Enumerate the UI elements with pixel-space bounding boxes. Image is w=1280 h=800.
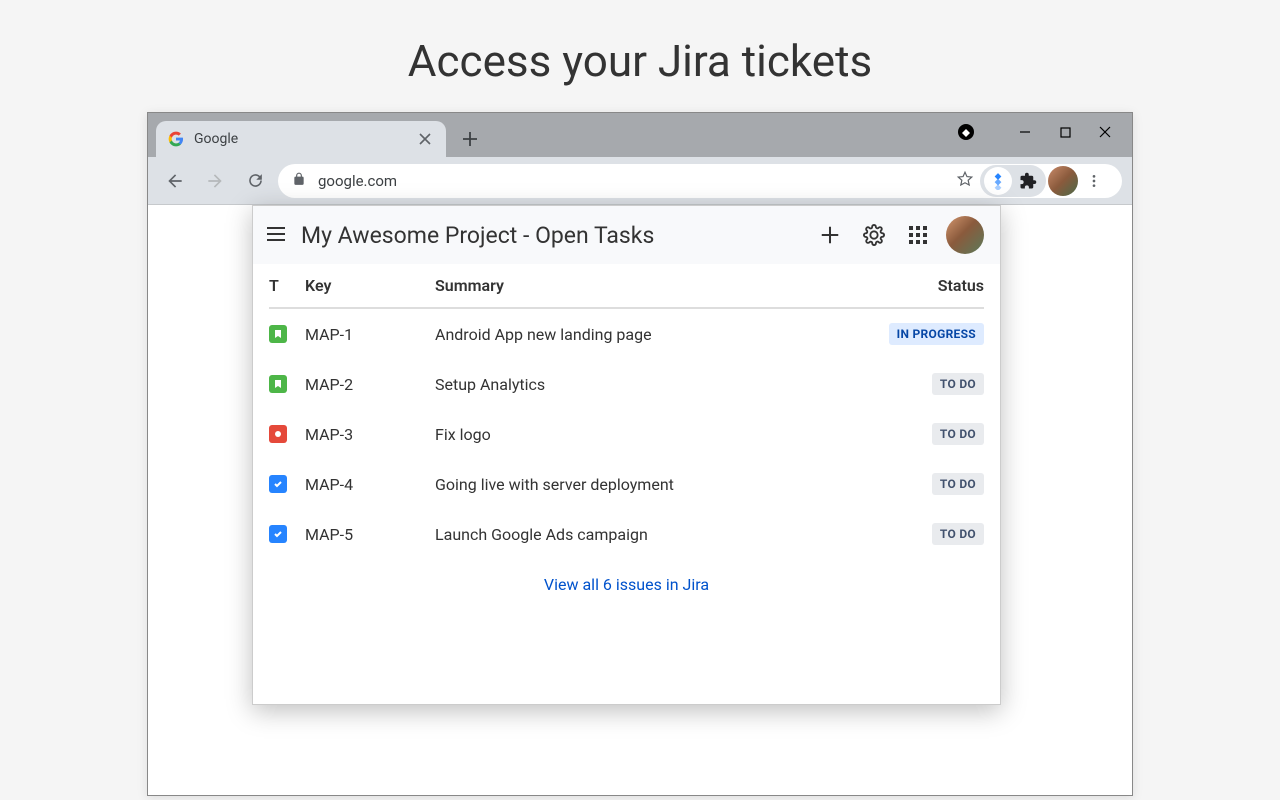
issue-type-bug-icon <box>269 425 287 443</box>
table-row[interactable]: MAP-3Fix logoTO DO <box>269 409 984 459</box>
incognito-indicator-icon <box>958 124 974 140</box>
issue-key: MAP-4 <box>305 475 435 494</box>
issue-type-story-icon <box>269 375 287 393</box>
settings-gear-icon[interactable] <box>858 219 890 251</box>
view-all-row: View all 6 issues in Jira <box>253 559 1000 704</box>
tab-title: Google <box>194 131 416 147</box>
chrome-menu-icon[interactable] <box>1080 173 1108 189</box>
close-window-button[interactable] <box>1096 123 1114 141</box>
issue-summary: Android App new landing page <box>435 325 854 344</box>
create-issue-button[interactable] <box>814 219 846 251</box>
forward-button[interactable] <box>198 164 232 198</box>
window-controls <box>940 113 1132 151</box>
popup-header: My Awesome Project - Open Tasks <box>253 206 1000 264</box>
issue-summary: Launch Google Ads campaign <box>435 525 854 544</box>
page-viewport: My Awesome Project - Open Tasks <box>148 205 1132 795</box>
col-status: Status <box>854 276 984 295</box>
table-row[interactable]: MAP-4Going live with server deploymentTO… <box>269 459 984 509</box>
back-button[interactable] <box>158 164 192 198</box>
profile-avatar[interactable] <box>1048 166 1078 196</box>
col-key: Key <box>305 276 435 295</box>
menu-icon[interactable] <box>263 225 289 245</box>
minimize-button[interactable] <box>1016 123 1034 141</box>
issue-summary: Fix logo <box>435 425 854 444</box>
issue-type-story-icon <box>269 325 287 343</box>
issue-type-task-icon <box>269 475 287 493</box>
close-tab-icon[interactable] <box>416 130 434 148</box>
issue-status: TO DO <box>854 523 984 545</box>
browser-window: Google <box>147 112 1133 796</box>
issue-type-task-icon <box>269 525 287 543</box>
issue-status: IN PROGRESS <box>854 323 984 345</box>
issue-key: MAP-5 <box>305 525 435 544</box>
table-header: T Key Summary Status <box>269 264 984 309</box>
col-summary: Summary <box>435 276 854 295</box>
address-bar[interactable]: google.com <box>278 164 1122 198</box>
browser-tab[interactable]: Google <box>156 121 446 157</box>
table-row[interactable]: MAP-1Android App new landing pageIN PROG… <box>269 309 984 359</box>
issue-key: MAP-1 <box>305 325 435 344</box>
issue-summary: Setup Analytics <box>435 375 854 394</box>
url-text: google.com <box>318 172 956 190</box>
view-all-link[interactable]: View all 6 issues in Jira <box>544 575 709 594</box>
jira-extension-icon[interactable] <box>984 167 1012 195</box>
user-avatar[interactable] <box>946 216 984 254</box>
col-type: T <box>269 276 305 295</box>
reload-button[interactable] <box>238 164 272 198</box>
issue-status: TO DO <box>854 423 984 445</box>
issue-key: MAP-2 <box>305 375 435 394</box>
issue-key: MAP-3 <box>305 425 435 444</box>
lock-icon <box>292 172 306 190</box>
issue-status: TO DO <box>854 373 984 395</box>
issue-status: TO DO <box>854 473 984 495</box>
maximize-button[interactable] <box>1056 123 1074 141</box>
tab-strip: Google <box>148 113 1132 157</box>
browser-toolbar: google.com <box>148 157 1132 205</box>
issue-summary: Going live with server deployment <box>435 475 854 494</box>
app-switcher-icon[interactable] <box>902 219 934 251</box>
new-tab-button[interactable] <box>456 125 484 153</box>
bookmark-star-icon[interactable] <box>956 170 974 192</box>
popup-title: My Awesome Project - Open Tasks <box>301 222 802 249</box>
google-favicon-icon <box>168 131 184 147</box>
jira-extension-popup: My Awesome Project - Open Tasks <box>252 205 1001 705</box>
table-row[interactable]: MAP-5Launch Google Ads campaignTO DO <box>269 509 984 559</box>
extensions-puzzle-icon[interactable] <box>1014 167 1042 195</box>
table-row[interactable]: MAP-2Setup AnalyticsTO DO <box>269 359 984 409</box>
page-heading: Access your Jira tickets <box>0 0 1280 112</box>
extension-buttons <box>980 165 1046 197</box>
issues-table: T Key Summary Status MAP-1Android App ne… <box>253 264 1000 559</box>
